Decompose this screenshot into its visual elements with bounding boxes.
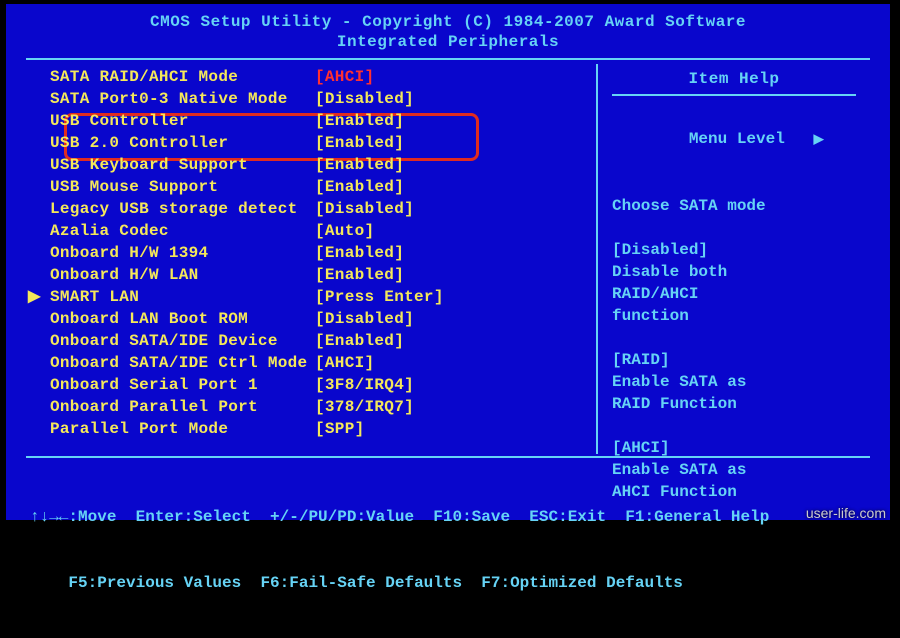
setting-label: Onboard H/W 1394: [50, 242, 315, 264]
setting-value[interactable]: [3F8/IRQ4]: [315, 374, 414, 396]
setting-value[interactable]: [Disabled]: [315, 88, 414, 110]
footer-line1: ↑↓→←:Move Enter:Select +/-/PU/PD:Value F…: [30, 506, 870, 528]
setting-label: Onboard H/W LAN: [50, 264, 315, 286]
setting-row[interactable]: ▶SMART LAN[Press Enter]: [50, 286, 588, 308]
setting-value[interactable]: [Enabled]: [315, 176, 404, 198]
setting-value[interactable]: [Enabled]: [315, 110, 404, 132]
setting-row[interactable]: Onboard LAN Boot ROM[Disabled]: [50, 308, 588, 330]
setting-row[interactable]: USB Mouse Support[Enabled]: [50, 176, 588, 198]
help-text: [612, 415, 856, 437]
menu-level-arrow-icon: ▶: [814, 132, 824, 147]
bios-screen: CMOS Setup Utility - Copyright (C) 1984-…: [6, 4, 890, 520]
header-line1: CMOS Setup Utility - Copyright (C) 1984-…: [26, 12, 870, 32]
bios-header: CMOS Setup Utility - Copyright (C) 1984-…: [26, 12, 870, 52]
setting-label: SMART LAN: [50, 286, 315, 308]
help-panel: Item Help Menu Level ▶ Choose SATA mode …: [596, 64, 866, 454]
setting-row[interactable]: USB Controller[Enabled]: [50, 110, 588, 132]
submenu-arrow-icon: ▶: [28, 286, 41, 308]
setting-row[interactable]: Onboard H/W 1394[Enabled]: [50, 242, 588, 264]
setting-row[interactable]: Onboard Parallel Port[378/IRQ7]: [50, 396, 588, 418]
setting-label: Onboard Serial Port 1: [50, 374, 315, 396]
setting-label: USB 2.0 Controller: [50, 132, 315, 154]
setting-label: Onboard SATA/IDE Ctrl Mode: [50, 352, 315, 374]
setting-label: SATA RAID/AHCI Mode: [50, 66, 315, 88]
setting-value[interactable]: [AHCI]: [315, 66, 374, 88]
help-text: RAID/AHCI: [612, 283, 856, 305]
menu-level: Menu Level ▶: [612, 106, 856, 173]
watermark: user-life.com: [806, 505, 886, 521]
setting-row[interactable]: Onboard H/W LAN[Enabled]: [50, 264, 588, 286]
help-title: Item Help: [612, 70, 856, 88]
help-text: Enable SATA as: [612, 459, 856, 481]
setting-value[interactable]: [Enabled]: [315, 330, 404, 352]
setting-row[interactable]: Onboard SATA/IDE Device[Enabled]: [50, 330, 588, 352]
setting-label: Onboard Parallel Port: [50, 396, 315, 418]
setting-value[interactable]: [Press Enter]: [315, 286, 444, 308]
setting-row[interactable]: SATA Port0-3 Native Mode[Disabled]: [50, 88, 588, 110]
help-text: RAID Function: [612, 393, 856, 415]
help-text: [Disabled]: [612, 239, 856, 261]
setting-label: SATA Port0-3 Native Mode: [50, 88, 315, 110]
setting-row[interactable]: Azalia Codec[Auto]: [50, 220, 588, 242]
setting-label: Parallel Port Mode: [50, 418, 315, 440]
setting-row[interactable]: USB Keyboard Support[Enabled]: [50, 154, 588, 176]
setting-label: USB Mouse Support: [50, 176, 315, 198]
help-text: [612, 217, 856, 239]
help-divider: [612, 94, 856, 96]
setting-label: Onboard LAN Boot ROM: [50, 308, 315, 330]
help-text: Disable both: [612, 261, 856, 283]
help-text: Choose SATA mode: [612, 195, 856, 217]
help-text: AHCI Function: [612, 481, 856, 503]
help-text: [612, 327, 856, 349]
setting-value[interactable]: [Auto]: [315, 220, 374, 242]
setting-value[interactable]: [Enabled]: [315, 264, 404, 286]
setting-value[interactable]: [AHCI]: [315, 352, 374, 374]
setting-label: Azalia Codec: [50, 220, 315, 242]
setting-value[interactable]: [SPP]: [315, 418, 365, 440]
settings-panel[interactable]: SATA RAID/AHCI Mode[AHCI]SATA Port0-3 Na…: [26, 64, 596, 454]
main-area: SATA RAID/AHCI Mode[AHCI]SATA Port0-3 Na…: [26, 64, 870, 454]
setting-row[interactable]: Onboard SATA/IDE Ctrl Mode[AHCI]: [50, 352, 588, 374]
setting-row[interactable]: SATA RAID/AHCI Mode[AHCI]: [50, 66, 588, 88]
setting-value[interactable]: [Enabled]: [315, 242, 404, 264]
help-text: [612, 173, 856, 195]
top-divider: [26, 58, 870, 60]
help-text: Enable SATA as: [612, 371, 856, 393]
setting-label: Onboard SATA/IDE Device: [50, 330, 315, 352]
setting-label: Legacy USB storage detect: [50, 198, 315, 220]
setting-value[interactable]: [378/IRQ7]: [315, 396, 414, 418]
setting-label: USB Controller: [50, 110, 315, 132]
footer-line2: F5:Previous Values F6:Fail-Safe Defaults…: [30, 572, 870, 594]
help-text: [AHCI]: [612, 437, 856, 459]
setting-value[interactable]: [Disabled]: [315, 198, 414, 220]
help-text: [RAID]: [612, 349, 856, 371]
help-text: function: [612, 305, 856, 327]
setting-row[interactable]: Onboard Serial Port 1[3F8/IRQ4]: [50, 374, 588, 396]
header-line2: Integrated Peripherals: [26, 32, 870, 52]
setting-row[interactable]: Parallel Port Mode[SPP]: [50, 418, 588, 440]
setting-value[interactable]: [Disabled]: [315, 308, 414, 330]
setting-label: USB Keyboard Support: [50, 154, 315, 176]
setting-row[interactable]: USB 2.0 Controller[Enabled]: [50, 132, 588, 154]
setting-row[interactable]: Legacy USB storage detect[Disabled]: [50, 198, 588, 220]
setting-value[interactable]: [Enabled]: [315, 154, 404, 176]
setting-value[interactable]: [Enabled]: [315, 132, 404, 154]
